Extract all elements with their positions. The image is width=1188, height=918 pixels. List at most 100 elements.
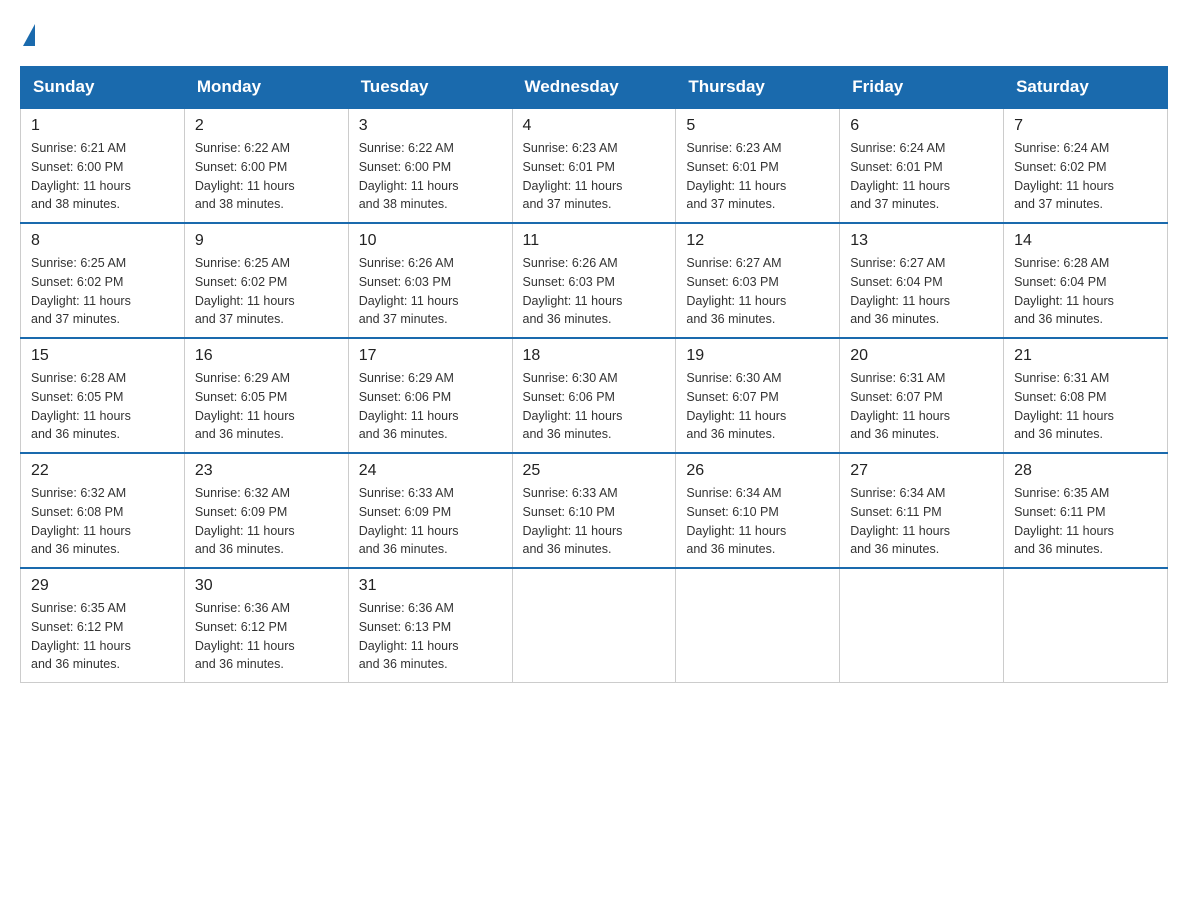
calendar-cell: 15 Sunrise: 6:28 AMSunset: 6:05 PMDaylig… xyxy=(21,338,185,453)
calendar-week-row: 1 Sunrise: 6:21 AMSunset: 6:00 PMDayligh… xyxy=(21,108,1168,223)
day-info: Sunrise: 6:28 AMSunset: 6:04 PMDaylight:… xyxy=(1014,254,1157,329)
day-number: 5 xyxy=(686,117,829,135)
calendar-cell: 12 Sunrise: 6:27 AMSunset: 6:03 PMDaylig… xyxy=(676,223,840,338)
day-info: Sunrise: 6:32 AMSunset: 6:09 PMDaylight:… xyxy=(195,484,338,559)
day-number: 8 xyxy=(31,232,174,250)
day-number: 21 xyxy=(1014,347,1157,365)
calendar-cell: 17 Sunrise: 6:29 AMSunset: 6:06 PMDaylig… xyxy=(348,338,512,453)
day-info: Sunrise: 6:24 AMSunset: 6:02 PMDaylight:… xyxy=(1014,139,1157,214)
day-info: Sunrise: 6:31 AMSunset: 6:07 PMDaylight:… xyxy=(850,369,993,444)
day-number: 4 xyxy=(523,117,666,135)
day-info: Sunrise: 6:35 AMSunset: 6:12 PMDaylight:… xyxy=(31,599,174,674)
calendar-cell: 30 Sunrise: 6:36 AMSunset: 6:12 PMDaylig… xyxy=(184,568,348,683)
day-number: 20 xyxy=(850,347,993,365)
day-number: 29 xyxy=(31,577,174,595)
day-number: 17 xyxy=(359,347,502,365)
day-number: 2 xyxy=(195,117,338,135)
weekday-header-monday: Monday xyxy=(184,67,348,109)
day-number: 3 xyxy=(359,117,502,135)
day-info: Sunrise: 6:25 AMSunset: 6:02 PMDaylight:… xyxy=(31,254,174,329)
day-number: 12 xyxy=(686,232,829,250)
day-info: Sunrise: 6:26 AMSunset: 6:03 PMDaylight:… xyxy=(523,254,666,329)
day-info: Sunrise: 6:26 AMSunset: 6:03 PMDaylight:… xyxy=(359,254,502,329)
calendar-cell: 8 Sunrise: 6:25 AMSunset: 6:02 PMDayligh… xyxy=(21,223,185,338)
day-info: Sunrise: 6:36 AMSunset: 6:12 PMDaylight:… xyxy=(195,599,338,674)
day-number: 22 xyxy=(31,462,174,480)
calendar-cell: 4 Sunrise: 6:23 AMSunset: 6:01 PMDayligh… xyxy=(512,108,676,223)
calendar-cell: 29 Sunrise: 6:35 AMSunset: 6:12 PMDaylig… xyxy=(21,568,185,683)
day-info: Sunrise: 6:33 AMSunset: 6:10 PMDaylight:… xyxy=(523,484,666,559)
calendar-cell: 1 Sunrise: 6:21 AMSunset: 6:00 PMDayligh… xyxy=(21,108,185,223)
day-number: 6 xyxy=(850,117,993,135)
day-info: Sunrise: 6:34 AMSunset: 6:10 PMDaylight:… xyxy=(686,484,829,559)
calendar-cell: 26 Sunrise: 6:34 AMSunset: 6:10 PMDaylig… xyxy=(676,453,840,568)
weekday-header-thursday: Thursday xyxy=(676,67,840,109)
calendar-cell: 27 Sunrise: 6:34 AMSunset: 6:11 PMDaylig… xyxy=(840,453,1004,568)
day-number: 14 xyxy=(1014,232,1157,250)
calendar-cell: 24 Sunrise: 6:33 AMSunset: 6:09 PMDaylig… xyxy=(348,453,512,568)
calendar-cell: 22 Sunrise: 6:32 AMSunset: 6:08 PMDaylig… xyxy=(21,453,185,568)
calendar-cell: 28 Sunrise: 6:35 AMSunset: 6:11 PMDaylig… xyxy=(1004,453,1168,568)
calendar-cell: 16 Sunrise: 6:29 AMSunset: 6:05 PMDaylig… xyxy=(184,338,348,453)
day-info: Sunrise: 6:32 AMSunset: 6:08 PMDaylight:… xyxy=(31,484,174,559)
calendar-week-row: 8 Sunrise: 6:25 AMSunset: 6:02 PMDayligh… xyxy=(21,223,1168,338)
day-info: Sunrise: 6:27 AMSunset: 6:04 PMDaylight:… xyxy=(850,254,993,329)
weekday-header-row: SundayMondayTuesdayWednesdayThursdayFrid… xyxy=(21,67,1168,109)
calendar-cell: 10 Sunrise: 6:26 AMSunset: 6:03 PMDaylig… xyxy=(348,223,512,338)
day-number: 26 xyxy=(686,462,829,480)
calendar-cell: 6 Sunrise: 6:24 AMSunset: 6:01 PMDayligh… xyxy=(840,108,1004,223)
weekday-header-tuesday: Tuesday xyxy=(348,67,512,109)
calendar-cell: 23 Sunrise: 6:32 AMSunset: 6:09 PMDaylig… xyxy=(184,453,348,568)
day-info: Sunrise: 6:31 AMSunset: 6:08 PMDaylight:… xyxy=(1014,369,1157,444)
day-info: Sunrise: 6:29 AMSunset: 6:06 PMDaylight:… xyxy=(359,369,502,444)
day-number: 25 xyxy=(523,462,666,480)
day-number: 30 xyxy=(195,577,338,595)
calendar-cell: 5 Sunrise: 6:23 AMSunset: 6:01 PMDayligh… xyxy=(676,108,840,223)
day-info: Sunrise: 6:25 AMSunset: 6:02 PMDaylight:… xyxy=(195,254,338,329)
logo xyxy=(20,20,35,46)
calendar-cell xyxy=(1004,568,1168,683)
day-info: Sunrise: 6:30 AMSunset: 6:06 PMDaylight:… xyxy=(523,369,666,444)
day-info: Sunrise: 6:22 AMSunset: 6:00 PMDaylight:… xyxy=(195,139,338,214)
day-number: 19 xyxy=(686,347,829,365)
calendar-cell: 18 Sunrise: 6:30 AMSunset: 6:06 PMDaylig… xyxy=(512,338,676,453)
day-number: 27 xyxy=(850,462,993,480)
day-info: Sunrise: 6:35 AMSunset: 6:11 PMDaylight:… xyxy=(1014,484,1157,559)
day-number: 13 xyxy=(850,232,993,250)
day-number: 9 xyxy=(195,232,338,250)
calendar-week-row: 22 Sunrise: 6:32 AMSunset: 6:08 PMDaylig… xyxy=(21,453,1168,568)
day-info: Sunrise: 6:28 AMSunset: 6:05 PMDaylight:… xyxy=(31,369,174,444)
day-number: 15 xyxy=(31,347,174,365)
day-info: Sunrise: 6:36 AMSunset: 6:13 PMDaylight:… xyxy=(359,599,502,674)
calendar-cell xyxy=(512,568,676,683)
day-number: 16 xyxy=(195,347,338,365)
calendar-cell: 3 Sunrise: 6:22 AMSunset: 6:00 PMDayligh… xyxy=(348,108,512,223)
calendar-cell: 11 Sunrise: 6:26 AMSunset: 6:03 PMDaylig… xyxy=(512,223,676,338)
day-number: 31 xyxy=(359,577,502,595)
day-number: 18 xyxy=(523,347,666,365)
day-info: Sunrise: 6:23 AMSunset: 6:01 PMDaylight:… xyxy=(686,139,829,214)
day-info: Sunrise: 6:30 AMSunset: 6:07 PMDaylight:… xyxy=(686,369,829,444)
day-info: Sunrise: 6:23 AMSunset: 6:01 PMDaylight:… xyxy=(523,139,666,214)
calendar-cell: 14 Sunrise: 6:28 AMSunset: 6:04 PMDaylig… xyxy=(1004,223,1168,338)
day-info: Sunrise: 6:33 AMSunset: 6:09 PMDaylight:… xyxy=(359,484,502,559)
calendar-week-row: 29 Sunrise: 6:35 AMSunset: 6:12 PMDaylig… xyxy=(21,568,1168,683)
calendar-cell: 19 Sunrise: 6:30 AMSunset: 6:07 PMDaylig… xyxy=(676,338,840,453)
day-info: Sunrise: 6:24 AMSunset: 6:01 PMDaylight:… xyxy=(850,139,993,214)
day-number: 28 xyxy=(1014,462,1157,480)
day-info: Sunrise: 6:22 AMSunset: 6:00 PMDaylight:… xyxy=(359,139,502,214)
day-number: 11 xyxy=(523,232,666,250)
weekday-header-saturday: Saturday xyxy=(1004,67,1168,109)
calendar-cell xyxy=(676,568,840,683)
calendar-table: SundayMondayTuesdayWednesdayThursdayFrid… xyxy=(20,66,1168,683)
day-info: Sunrise: 6:27 AMSunset: 6:03 PMDaylight:… xyxy=(686,254,829,329)
calendar-cell: 2 Sunrise: 6:22 AMSunset: 6:00 PMDayligh… xyxy=(184,108,348,223)
day-info: Sunrise: 6:34 AMSunset: 6:11 PMDaylight:… xyxy=(850,484,993,559)
day-number: 10 xyxy=(359,232,502,250)
day-number: 1 xyxy=(31,117,174,135)
calendar-cell: 25 Sunrise: 6:33 AMSunset: 6:10 PMDaylig… xyxy=(512,453,676,568)
day-number: 23 xyxy=(195,462,338,480)
header xyxy=(20,20,1168,46)
calendar-cell: 31 Sunrise: 6:36 AMSunset: 6:13 PMDaylig… xyxy=(348,568,512,683)
calendar-cell: 9 Sunrise: 6:25 AMSunset: 6:02 PMDayligh… xyxy=(184,223,348,338)
